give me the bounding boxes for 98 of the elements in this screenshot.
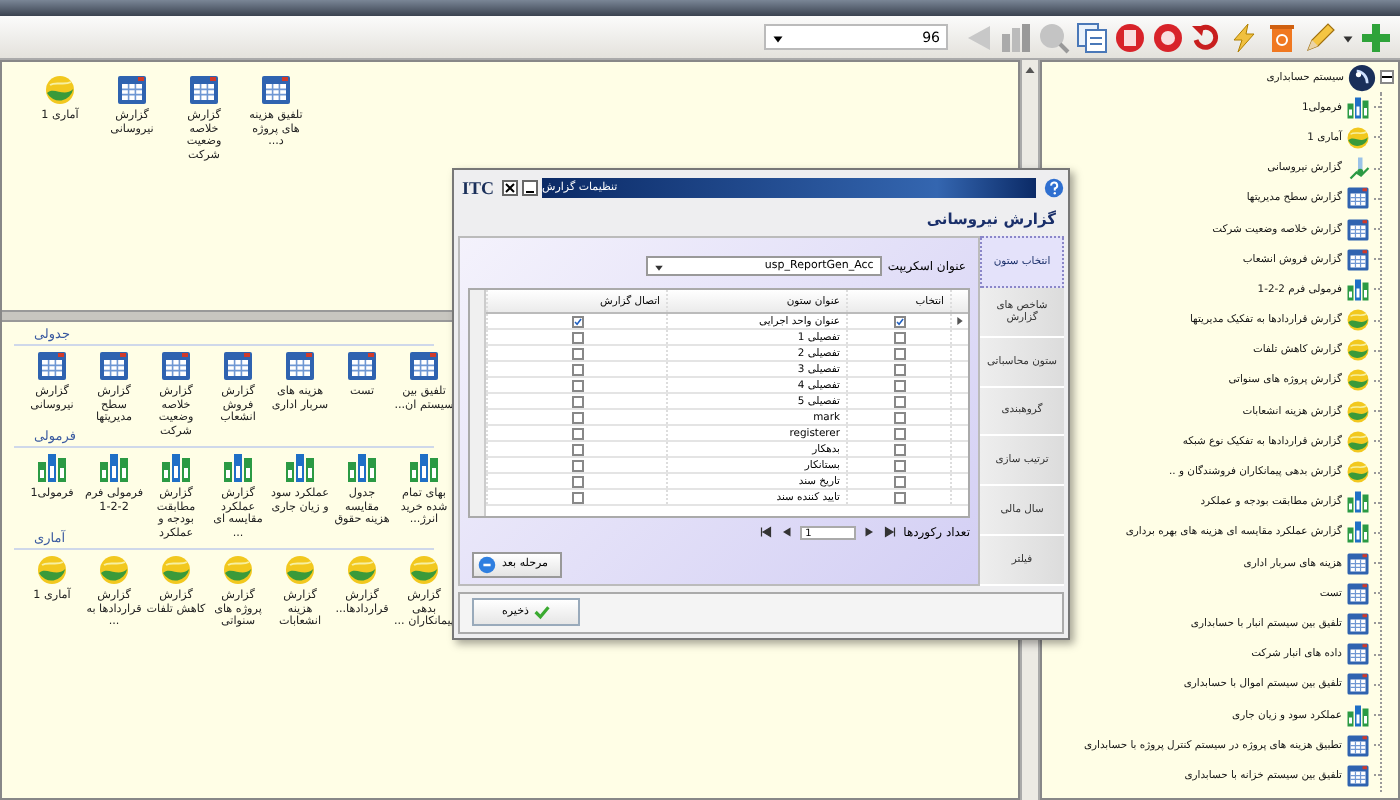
circle-icon	[478, 555, 496, 574]
table-icon	[1346, 551, 1370, 576]
last-page-icon[interactable]	[883, 526, 896, 539]
table-icon	[346, 350, 378, 382]
ball-icon	[1346, 368, 1370, 393]
ball-icon	[1346, 399, 1370, 424]
table-icon	[98, 350, 130, 382]
ball-icon	[1346, 429, 1370, 454]
table-icon	[260, 74, 292, 106]
next-page-icon[interactable]	[863, 526, 876, 539]
figure-icon	[1346, 156, 1370, 181]
checkbox[interactable]	[571, 347, 583, 360]
undo-icon[interactable]	[1190, 21, 1222, 53]
ball-icon	[1346, 338, 1370, 363]
expand-toggle[interactable]	[1380, 70, 1394, 85]
minimize-icon[interactable]	[522, 180, 539, 197]
bar-chart-icon	[1346, 703, 1370, 728]
ball-icon	[284, 554, 316, 586]
bar-chart-icon	[1346, 490, 1370, 515]
checkbox[interactable]	[571, 459, 583, 472]
bar-chart-icon	[1346, 520, 1370, 545]
bar-chart-icon	[346, 452, 378, 484]
table-icon	[188, 74, 220, 106]
trash-icon[interactable]	[1266, 21, 1298, 53]
table-icon	[36, 350, 68, 382]
ball-icon	[222, 554, 254, 586]
checkbox[interactable]	[893, 459, 905, 472]
ball-icon	[98, 554, 130, 586]
table-icon	[1346, 763, 1370, 788]
scrollbar[interactable]	[470, 290, 486, 517]
checkbox[interactable]	[571, 315, 583, 328]
previous-page-icon[interactable]	[779, 526, 792, 539]
ball-icon	[36, 554, 68, 586]
first-page-icon[interactable]	[759, 526, 772, 539]
bar-chart-icon	[222, 452, 254, 484]
table-icon	[1346, 672, 1370, 697]
close-icon[interactable]	[502, 180, 519, 197]
bar-chart-icon	[1346, 277, 1370, 302]
table-icon	[1346, 611, 1370, 636]
copy-icon[interactable]	[1076, 21, 1108, 53]
ball-icon	[160, 554, 192, 586]
table-icon	[1346, 733, 1370, 758]
table-icon	[1346, 186, 1370, 211]
stop-icon[interactable]	[1114, 21, 1146, 53]
checkbox[interactable]	[571, 331, 583, 344]
bar-chart-icon	[160, 452, 192, 484]
lightning-icon[interactable]	[1228, 21, 1260, 53]
table-icon	[408, 350, 440, 382]
checkbox[interactable]	[893, 347, 905, 360]
checkbox[interactable]	[893, 331, 905, 344]
checkbox[interactable]	[893, 443, 905, 456]
logo: ITC	[462, 178, 495, 199]
bar-chart-icon	[36, 452, 68, 484]
ball-icon	[1346, 460, 1370, 485]
checkbox[interactable]	[893, 491, 905, 504]
zoom-icon[interactable]	[1038, 21, 1070, 53]
checkbox[interactable]	[893, 427, 905, 440]
table-icon	[160, 350, 192, 382]
checkbox[interactable]	[571, 363, 583, 376]
check-icon	[534, 604, 551, 621]
caret-icon[interactable]	[653, 261, 664, 272]
checkbox[interactable]	[893, 411, 905, 424]
table-icon	[1346, 247, 1370, 272]
checkbox[interactable]	[571, 491, 583, 504]
table-icon	[116, 74, 148, 106]
table-icon	[1346, 581, 1370, 606]
pencil-icon[interactable]	[1304, 21, 1336, 53]
checkbox[interactable]	[893, 395, 905, 408]
checkbox[interactable]	[893, 315, 905, 328]
bar-chart-icon[interactable]	[1000, 21, 1032, 53]
stop-icon[interactable]	[1152, 21, 1184, 53]
ball-icon	[1346, 308, 1370, 333]
table-icon	[1346, 217, 1370, 242]
up-arrow-icon[interactable]	[1024, 64, 1036, 76]
checkbox[interactable]	[571, 411, 583, 424]
caret-icon[interactable]	[772, 31, 784, 43]
ball-icon	[44, 74, 76, 106]
ball-icon	[346, 554, 378, 586]
checkbox[interactable]	[893, 379, 905, 392]
caret-icon[interactable]	[1342, 31, 1354, 43]
bar-chart-icon	[98, 452, 130, 484]
ball-icon	[1346, 125, 1370, 150]
ball-icon	[408, 554, 440, 586]
help-icon[interactable]	[1044, 178, 1064, 199]
table-icon	[284, 350, 316, 382]
checkbox[interactable]	[571, 443, 583, 456]
checkbox[interactable]	[571, 395, 583, 408]
table-icon	[1346, 642, 1370, 667]
bar-chart-icon	[284, 452, 316, 484]
globe-icon	[1348, 63, 1376, 92]
checkbox[interactable]	[893, 363, 905, 376]
bar-chart-icon	[1346, 95, 1370, 120]
checkbox[interactable]	[571, 379, 583, 392]
checkbox[interactable]	[571, 427, 583, 440]
bar-chart-icon	[408, 452, 440, 484]
checkbox[interactable]	[571, 475, 583, 488]
checkbox[interactable]	[893, 475, 905, 488]
table-icon	[222, 350, 254, 382]
